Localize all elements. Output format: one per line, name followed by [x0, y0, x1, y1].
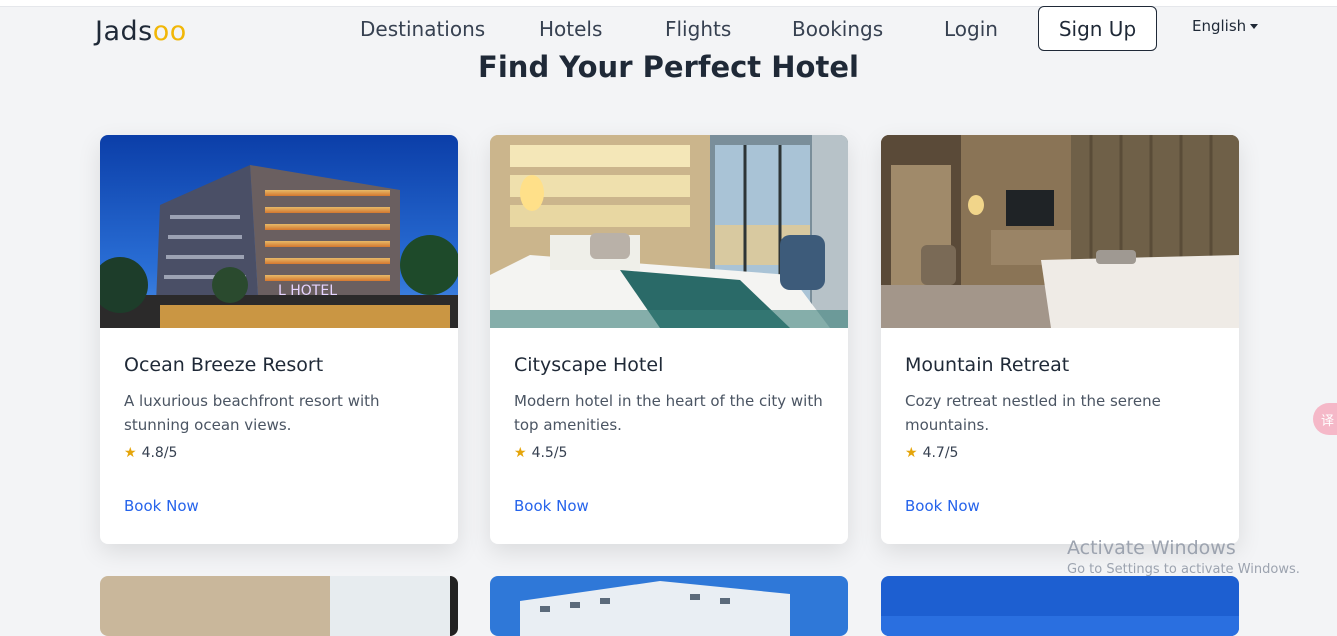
windows-activation-watermark: Activate Windows Go to Settings to activ… — [1067, 537, 1300, 577]
nav-hotels[interactable]: Hotels — [539, 17, 602, 41]
hotel-card: Cityscape Hotel Modern hotel in the hear… — [490, 135, 848, 544]
rating-value: 4.7/5 — [922, 445, 959, 461]
hotel-image — [881, 135, 1239, 328]
hotel-rating: ★ 4.7/5 — [905, 445, 1219, 461]
hotel-sign-text: L HOTEL — [278, 283, 337, 299]
star-icon: ★ — [124, 445, 137, 461]
hotel-name: Cityscape Hotel — [514, 354, 664, 376]
hotel-image — [100, 576, 458, 636]
hotel-card-body: Ocean Breeze Resort A luxurious beachfro… — [124, 354, 438, 461]
caret-down-icon — [1250, 23, 1259, 29]
hotel-description: A luxurious beachfront resort with stunn… — [124, 392, 380, 434]
translate-float-button[interactable]: 译 — [1313, 403, 1337, 435]
hotel-image — [881, 576, 1239, 636]
hotel-card-partial — [881, 576, 1239, 636]
hotel-description: Cozy retreat nestled in the serene mount… — [905, 392, 1161, 434]
hotel-image — [490, 135, 848, 328]
hotel-name: Mountain Retreat — [905, 354, 1070, 376]
hotel-card-partial — [490, 576, 848, 636]
book-now-link[interactable]: Book Now — [905, 497, 980, 515]
book-now-link[interactable]: Book Now — [514, 497, 589, 515]
hotel-card-partial — [100, 576, 458, 636]
hotel-card: L HOTEL Ocean Breeze Resort A luxurious … — [100, 135, 458, 544]
nav-destinations[interactable]: Destinations — [360, 17, 485, 41]
rating-value: 4.8/5 — [141, 445, 178, 461]
signup-button[interactable]: Sign Up — [1038, 6, 1157, 51]
activate-title: Activate Windows — [1067, 537, 1236, 559]
hotel-image: L HOTEL — [100, 135, 458, 328]
activate-subtitle: Go to Settings to activate Windows. — [1067, 562, 1300, 577]
hotel-rating: ★ 4.5/5 — [514, 445, 828, 461]
rating-value: 4.5/5 — [531, 445, 568, 461]
star-icon: ★ — [905, 445, 918, 461]
hotel-card-body: Mountain Retreat Cozy retreat nestled in… — [905, 354, 1219, 461]
hotel-rating: ★ 4.8/5 — [124, 445, 438, 461]
nav-bookings[interactable]: Bookings — [792, 17, 883, 41]
hotel-card-body: Cityscape Hotel Modern hotel in the hear… — [514, 354, 828, 461]
book-now-link[interactable]: Book Now — [124, 497, 199, 515]
star-icon: ★ — [514, 445, 527, 461]
hotel-description: Modern hotel in the heart of the city wi… — [514, 392, 823, 434]
nav-login[interactable]: Login — [944, 17, 998, 41]
nav-flights[interactable]: Flights — [665, 17, 731, 41]
page-title: Find Your Perfect Hotel — [478, 50, 859, 84]
translate-icon: 译 — [1321, 413, 1335, 429]
language-dropdown[interactable]: English — [1192, 17, 1259, 35]
language-label: English — [1192, 17, 1247, 35]
hotel-name: Ocean Breeze Resort — [124, 354, 324, 376]
hotel-image — [490, 576, 848, 636]
hotel-card: Mountain Retreat Cozy retreat nestled in… — [881, 135, 1239, 544]
